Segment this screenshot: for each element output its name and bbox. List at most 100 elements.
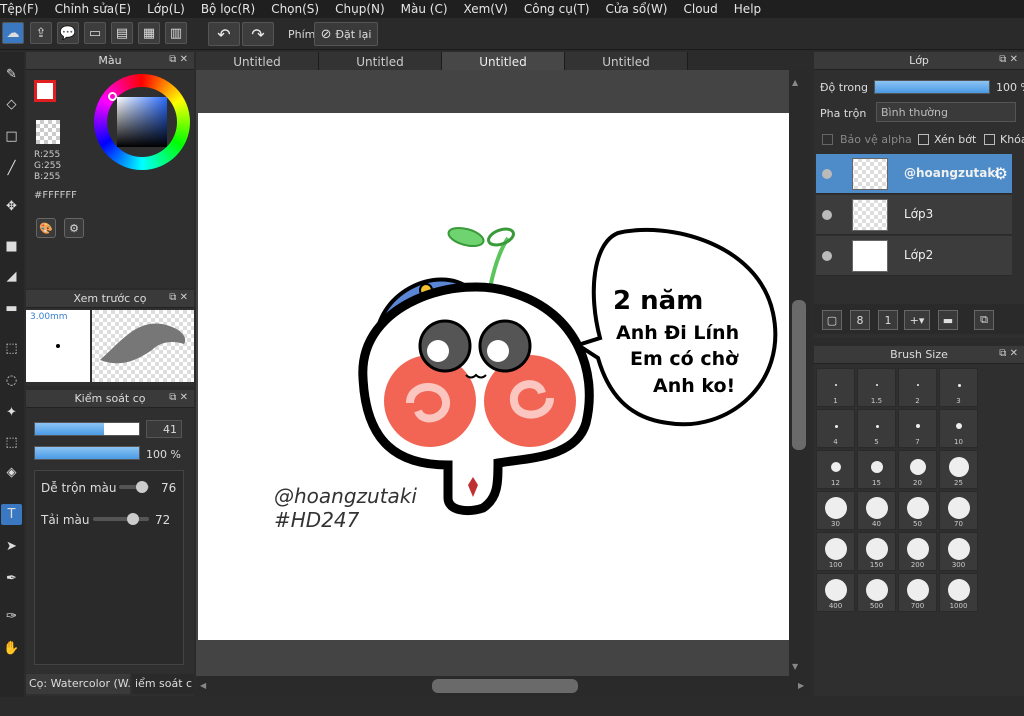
menu-help[interactable]: Help (734, 2, 761, 16)
panel-close-icon[interactable]: ⧉ ✕ (169, 392, 188, 403)
panel-close-icon[interactable]: ⧉ ✕ (999, 54, 1018, 65)
menu-file[interactable]: Tệp(F) (0, 2, 39, 16)
tab-untitled-3[interactable]: Untitled (442, 52, 565, 71)
move-tool-icon[interactable]: ✥ (1, 196, 22, 217)
scroll-right-icon[interactable]: ▶ (798, 681, 804, 690)
brush-size-cell[interactable]: 40 (857, 491, 896, 530)
palette-icon[interactable]: 🎨 (36, 218, 56, 238)
brush-size-cell[interactable]: 2 (898, 368, 937, 407)
panel-close-icon[interactable]: ⧉ ✕ (169, 54, 188, 65)
duplicate-layer-icon[interactable]: ⧉ (974, 310, 994, 330)
layer-row[interactable]: @hoangzutaki ⚙ (816, 154, 1012, 194)
new-layer-8bit-icon[interactable]: 8 (850, 310, 870, 330)
add-layer-menu-icon[interactable]: +▾ (904, 310, 930, 330)
brush-control-tab[interactable]: iểm soát c (132, 674, 194, 694)
dilution-slider[interactable] (93, 513, 149, 525)
brush-opacity-slider[interactable] (34, 446, 140, 460)
brush-size-cell[interactable]: 150 (857, 532, 896, 571)
scroll-up-icon[interactable]: ▲ (792, 78, 798, 87)
gradient-tool-icon[interactable]: ▬ (1, 298, 22, 319)
layer-row[interactable]: Lớp2 (816, 236, 1012, 276)
visibility-icon[interactable] (822, 251, 832, 261)
new-layer-icon[interactable]: ▢ (822, 310, 842, 330)
menu-color[interactable]: Màu (C) (401, 2, 448, 16)
eyedropper-icon[interactable]: ✑ (1, 606, 22, 627)
panel-close-icon[interactable]: ⧉ ✕ (999, 348, 1018, 359)
menu-select[interactable]: Chọn(S) (271, 2, 319, 16)
rect-tool-icon[interactable]: □ (1, 126, 22, 147)
scroll-down-icon[interactable]: ▼ (792, 662, 798, 671)
horizontal-scroll-thumb[interactable] (432, 679, 578, 693)
menu-view[interactable]: Xem(V) (464, 2, 508, 16)
tab-untitled-4[interactable]: Untitled (565, 52, 688, 71)
panel-close-icon[interactable]: ⧉ ✕ (169, 292, 188, 303)
brush-size-cell[interactable]: 3 (939, 368, 978, 407)
export-icon[interactable]: ⇪ (30, 22, 52, 44)
menu-edit[interactable]: Chỉnh sửa(E) (55, 2, 132, 16)
brush-size-cell[interactable]: 200 (898, 532, 937, 571)
brush-size-cell[interactable]: 70 (939, 491, 978, 530)
brush-size-cell[interactable]: 700 (898, 573, 937, 612)
clipping-checkbox[interactable] (918, 134, 929, 145)
protect-alpha-checkbox[interactable] (822, 134, 833, 145)
grid-icon[interactable]: ▦ (138, 22, 160, 44)
folder-icon[interactable]: ▬ (938, 310, 958, 330)
brush-size-cell[interactable]: 1000 (939, 573, 978, 612)
brush-size-cell[interactable]: 10 (939, 409, 978, 448)
foreground-color-swatch[interactable] (34, 80, 56, 102)
hue-marker[interactable] (108, 92, 117, 101)
select-pen-icon[interactable]: ⬚ (1, 432, 22, 453)
brush-size-cell[interactable]: 4 (816, 409, 855, 448)
layer-blend-select[interactable]: Bình thường (876, 102, 1016, 122)
brush-size-cell[interactable]: 25 (939, 450, 978, 489)
select-eraser-icon[interactable]: ◈ (1, 462, 22, 483)
visibility-icon[interactable] (822, 210, 832, 220)
brush-size-cell[interactable]: 500 (857, 573, 896, 612)
operation-tool-icon[interactable]: ➤ (1, 536, 22, 557)
brush-size-cell[interactable]: 7 (898, 409, 937, 448)
pen-tool-icon[interactable]: ╱ (1, 158, 22, 179)
brush-size-value[interactable]: 41 (146, 420, 182, 438)
blend-knob[interactable] (135, 481, 148, 493)
lock-checkbox[interactable] (984, 134, 995, 145)
menu-cloud[interactable]: Cloud (684, 2, 718, 16)
gear-icon[interactable]: ⚙ (994, 164, 1008, 183)
divide-tool-icon[interactable]: ✒ (1, 568, 22, 589)
menu-capture[interactable]: Chụp(N) (335, 2, 385, 16)
eraser-tool-icon[interactable]: ◇ (1, 94, 22, 115)
canvas-paper[interactable]: 2 năm Anh Đi Lính Em có chờ Anh ko! @hoa… (198, 113, 789, 640)
brush-size-cell[interactable]: 400 (816, 573, 855, 612)
layer-row[interactable]: Lớp3 (816, 195, 1012, 235)
palette-settings-icon[interactable]: ⚙ (64, 218, 84, 238)
menu-window[interactable]: Cửa sổ(W) (606, 2, 668, 16)
redo-button[interactable]: ↷ (242, 22, 274, 46)
message-icon[interactable]: ▭ (84, 22, 106, 44)
document-icon[interactable]: ▤ (111, 22, 133, 44)
brush-size-cell[interactable]: 20 (898, 450, 937, 489)
dilution-knob[interactable] (127, 513, 140, 525)
brush-size-cell[interactable]: 1.5 (857, 368, 896, 407)
color-wheel[interactable] (94, 74, 190, 170)
visibility-icon[interactable] (822, 169, 832, 179)
brush-size-cell[interactable]: 5 (857, 409, 896, 448)
cloud-icon[interactable]: ☁ (2, 22, 24, 44)
hand-tool-icon[interactable]: ✋ (1, 638, 22, 659)
brush-size-cell[interactable]: 100 (816, 532, 855, 571)
brush-size-cell[interactable]: 50 (898, 491, 937, 530)
brush-size-slider[interactable] (34, 422, 140, 436)
brush-size-cell[interactable]: 1 (816, 368, 855, 407)
menu-layer[interactable]: Lớp(L) (147, 2, 185, 16)
brush-size-cell[interactable]: 300 (939, 532, 978, 571)
fill-rect-icon[interactable]: ■ (1, 236, 22, 257)
comment-icon[interactable]: 💬 (57, 22, 79, 44)
brush-size-cell[interactable]: 30 (816, 491, 855, 530)
layer-opacity-slider[interactable] (874, 80, 990, 94)
brush-tool-icon[interactable]: ✎ (1, 64, 22, 85)
tab-untitled-2[interactable]: Untitled (319, 52, 442, 71)
reset-button[interactable]: ⊘ Đặt lại (314, 22, 378, 46)
tab-untitled-1[interactable]: Untitled (196, 52, 319, 71)
vertical-scroll-thumb[interactable] (792, 300, 806, 450)
color-square[interactable] (117, 97, 167, 147)
brush-tab[interactable]: Cọ: Watercolor (W... (26, 674, 130, 694)
magic-wand-icon[interactable]: ✦ (1, 402, 22, 423)
